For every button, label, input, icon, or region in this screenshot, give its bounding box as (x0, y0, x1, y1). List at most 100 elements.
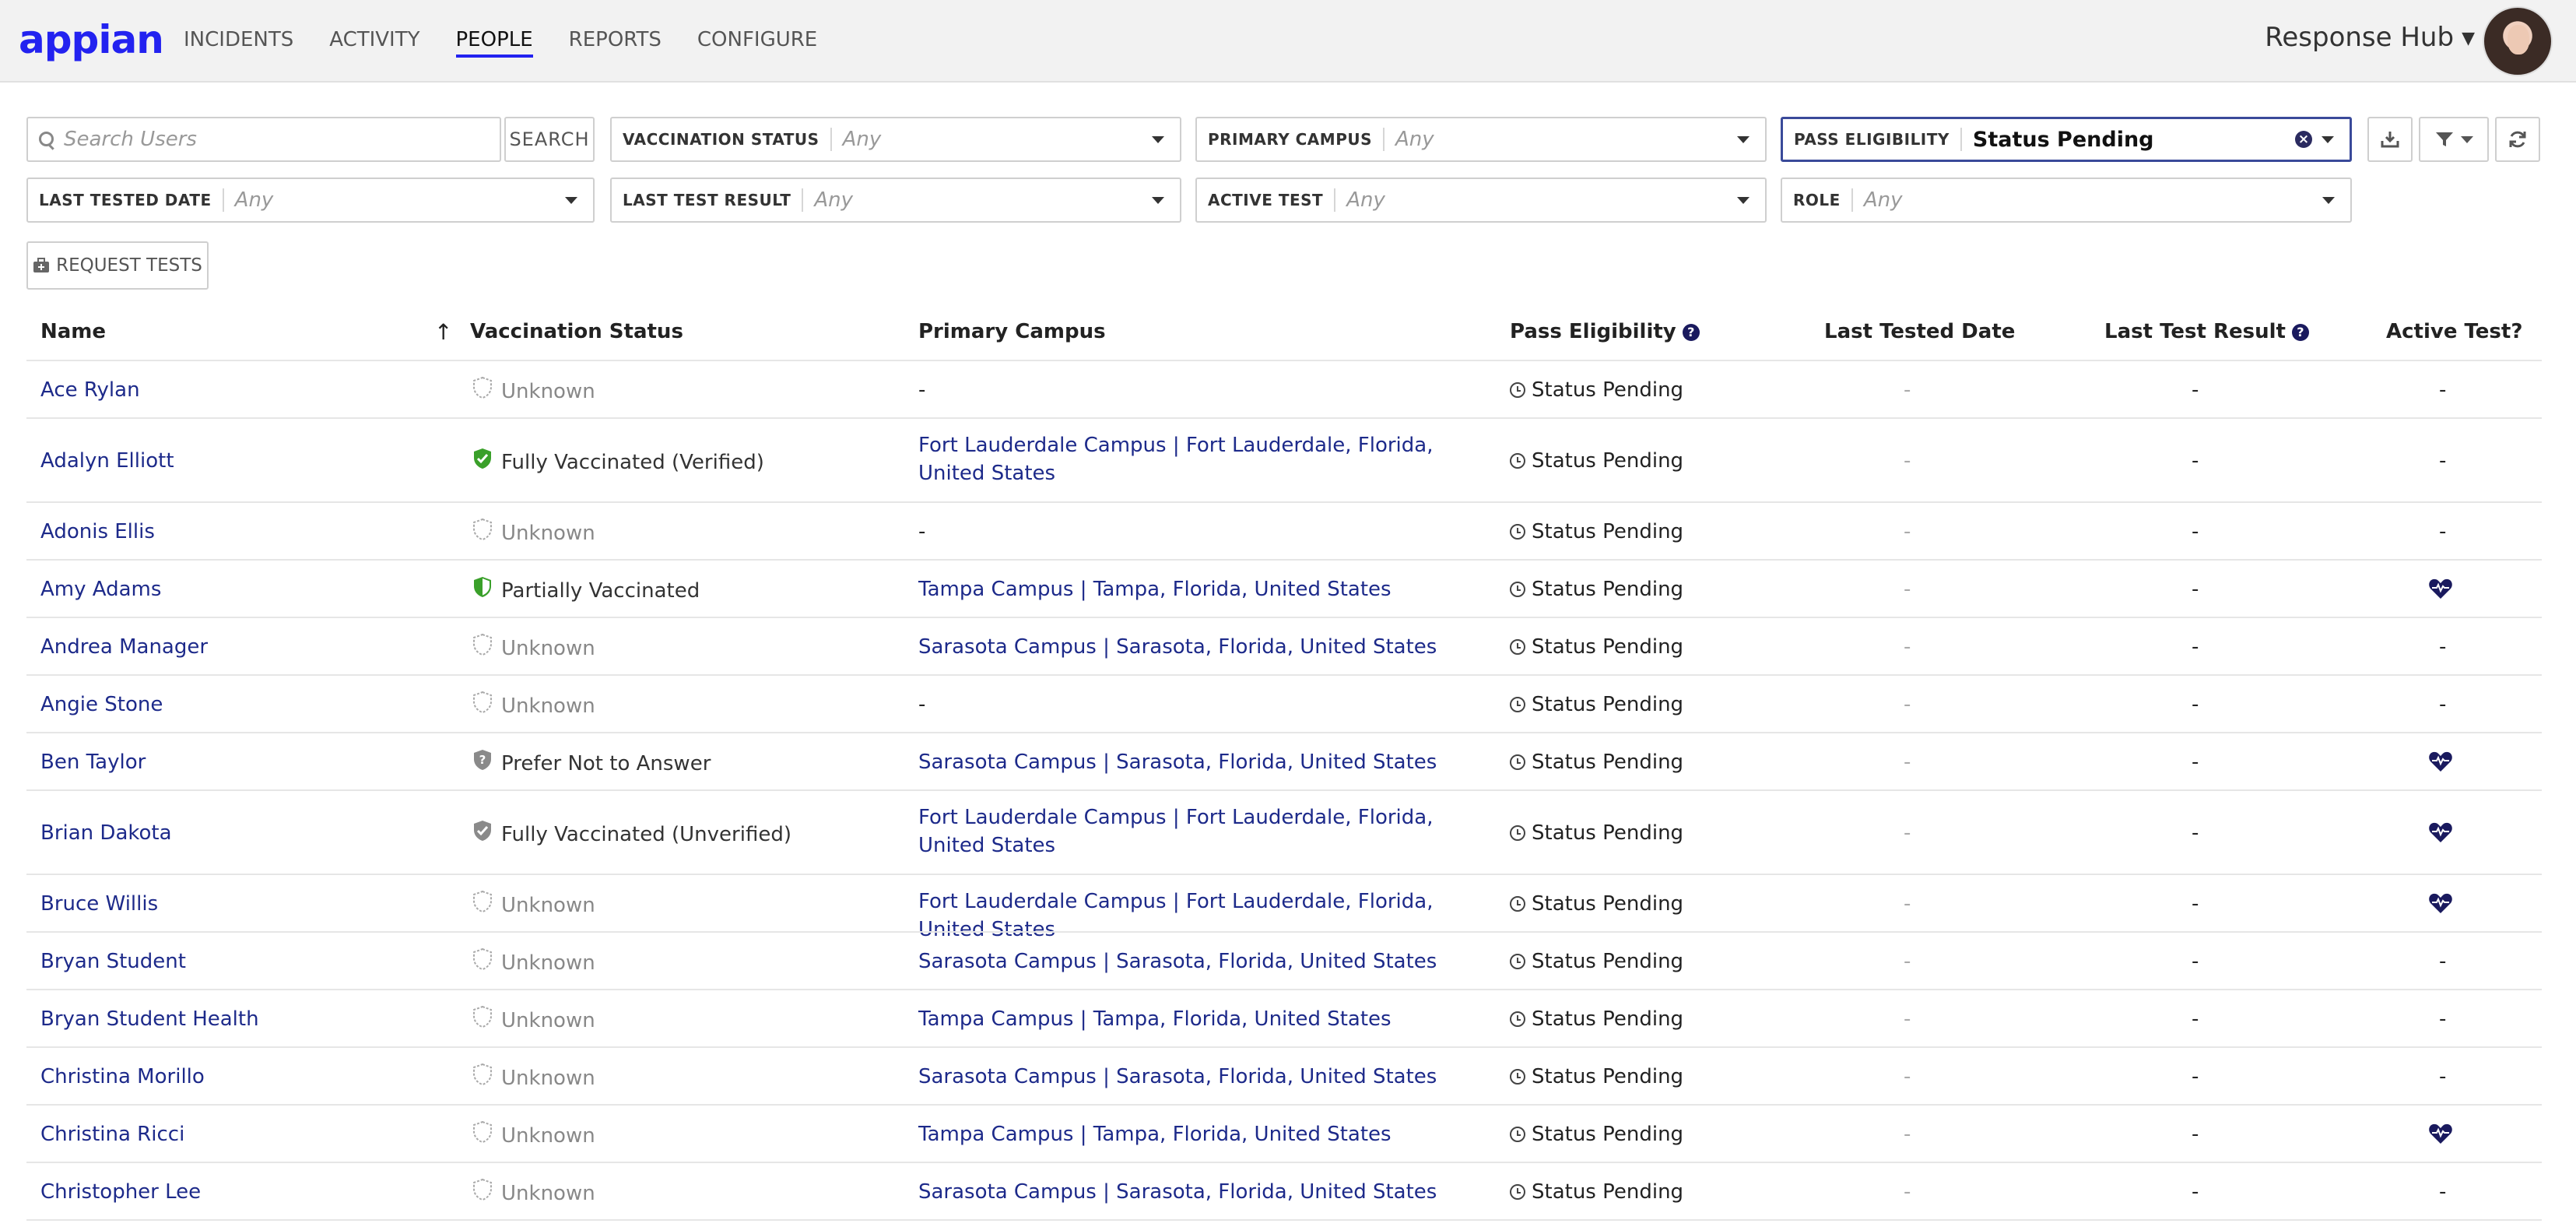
user-name-link[interactable]: Christina Morillo (40, 1063, 205, 1091)
column-header-last-test-result[interactable]: Last Test Result? (2104, 318, 2309, 346)
filter-vaccination-status[interactable]: VACCINATION STATUS Any (610, 117, 1181, 162)
active-test-heartbeat-icon[interactable] (2428, 821, 2453, 852)
vaccination-status: Unknown (472, 1120, 595, 1151)
vaccination-status-text: Partially Vaccinated (501, 579, 700, 603)
filter-last-tested-date[interactable]: LAST TESTED DATE Any (26, 178, 595, 223)
user-avatar[interactable] (2483, 6, 2553, 76)
pass-eligibility: Status Pending (1510, 447, 1683, 475)
caret-down-icon (565, 196, 577, 204)
primary-campus-link[interactable]: Fort Lauderdale Campus | Fort Lauderdale… (918, 803, 1479, 860)
user-name-link[interactable]: Bryan Student Health (40, 1005, 259, 1033)
user-name-link[interactable]: Brian Dakota (40, 819, 172, 847)
filter-label: ACTIVE TEST (1197, 188, 1336, 212)
help-icon[interactable]: ? (2291, 324, 2309, 341)
user-name-link[interactable]: Adonis Ellis (40, 518, 155, 546)
user-name-link[interactable]: Amy Adams (40, 575, 161, 603)
filter-primary-campus[interactable]: PRIMARY CAMPUS Any (1195, 117, 1767, 162)
main-nav: INCIDENTS ACTIVITY PEOPLE REPORTS CONFIG… (184, 0, 853, 81)
pass-eligibility: Status Pending (1510, 819, 1683, 847)
pass-eligibility-text: Status Pending (1532, 635, 1684, 659)
help-icon[interactable]: ? (1682, 324, 1700, 341)
column-header-pass-eligibility[interactable]: Pass Eligibility? (1510, 318, 1700, 346)
search-users-input[interactable]: Search Users (26, 117, 501, 162)
primary-campus-link[interactable]: Sarasota Campus | Sarasota, Florida, Uni… (918, 1063, 1479, 1091)
filter-pass-eligibility[interactable]: PASS ELIGIBILITY Status Pending × (1781, 117, 2352, 162)
nav-tab-configure[interactable]: CONFIGURE (697, 0, 817, 81)
pass-eligibility-text: Status Pending (1532, 378, 1684, 402)
column-header-vaccination-status[interactable]: Vaccination Status (470, 318, 683, 346)
primary-campus-link[interactable]: Sarasota Campus | Sarasota, Florida, Uni… (918, 1178, 1479, 1206)
last-tested-date: - (1904, 449, 1911, 473)
vaccination-shield-icon (472, 447, 501, 478)
primary-campus-link[interactable]: Fort Lauderdale Campus | Fort Lauderdale… (918, 431, 1479, 487)
filter-label: PRIMARY CAMPUS (1197, 128, 1385, 151)
pass-eligibility: Status Pending (1510, 633, 1683, 661)
clear-icon[interactable]: × (2295, 131, 2312, 148)
last-tested-date: - (1904, 1065, 1911, 1088)
user-name-link[interactable]: Bryan Student (40, 947, 186, 976)
vaccination-status-text: Unknown (501, 894, 595, 917)
table-row: Angie Stone Unknown - Status Pending - - - (0, 676, 2576, 733)
filter-last-test-result[interactable]: LAST TEST RESULT Any (610, 178, 1181, 223)
last-tested-date: - (1904, 520, 1911, 543)
nav-tab-incidents[interactable]: INCIDENTS (184, 0, 293, 81)
nav-tab-reports[interactable]: REPORTS (569, 0, 662, 81)
table-row: Brian Dakota Fully Vaccinated (Unverified… (0, 791, 2576, 875)
table-row: Bruce Willis Unknown Fort Lauderdale Campu… (0, 875, 2576, 941)
column-header-active-test[interactable]: Active Test? (2386, 318, 2522, 346)
sort-ascending-icon[interactable]: ↑ (434, 319, 452, 345)
filter-role[interactable]: ROLE Any (1781, 178, 2352, 223)
primary-campus-link[interactable]: Sarasota Campus | Sarasota, Florida, Uni… (918, 748, 1479, 776)
table-row: Amy Adams Partially Vaccinated Tampa Campu… (0, 561, 2576, 618)
last-tested-date: - (1904, 578, 1911, 601)
clock-icon (1510, 582, 1525, 597)
caret-down-icon (2322, 196, 2335, 204)
column-header-label: Active Test? (2386, 320, 2523, 343)
pass-eligibility-text: Status Pending (1532, 821, 1684, 845)
primary-campus-link[interactable]: Sarasota Campus | Sarasota, Florida, Uni… (918, 947, 1479, 976)
pass-eligibility: Status Pending (1510, 1178, 1683, 1206)
active-test-heartbeat-icon[interactable] (2428, 577, 2453, 608)
user-name-link[interactable]: Andrea Manager (40, 633, 208, 661)
column-header-name[interactable]: Name (40, 318, 106, 346)
site-switcher[interactable]: Response Hub ▼ (2265, 22, 2475, 53)
request-tests-button[interactable]: REQUEST TESTS (26, 241, 209, 290)
user-name-link[interactable]: Ace Rylan (40, 376, 140, 404)
user-name-link[interactable]: Ben Taylor (40, 748, 146, 776)
refresh-button[interactable] (2495, 117, 2540, 162)
active-test-heartbeat-icon[interactable] (2428, 750, 2453, 781)
clock-icon (1510, 382, 1525, 398)
last-test-result: - (2192, 1123, 2199, 1146)
user-name-link[interactable]: Adalyn Elliott (40, 447, 174, 475)
nav-tab-activity[interactable]: ACTIVITY (329, 0, 419, 81)
active-test-heartbeat-icon[interactable] (2428, 1122, 2453, 1153)
filter-active-test[interactable]: ACTIVE TEST Any (1195, 178, 1767, 223)
vaccination-status: Unknown (472, 890, 595, 921)
search-placeholder: Search Users (64, 128, 197, 151)
column-header-primary-campus[interactable]: Primary Campus (918, 318, 1106, 346)
export-button[interactable] (2367, 117, 2413, 162)
user-name-link[interactable]: Christopher Lee (40, 1178, 201, 1206)
column-header-label: Last Test Result (2104, 320, 2286, 343)
pass-eligibility: Status Pending (1510, 1120, 1683, 1148)
primary-campus-link: - (918, 693, 926, 716)
active-test-heartbeat-icon[interactable] (2428, 891, 2453, 923)
last-tested-date: - (1904, 1123, 1911, 1146)
saved-filters-button[interactable] (2419, 117, 2489, 162)
appian-logo[interactable]: appian (19, 17, 164, 62)
user-name-link[interactable]: Angie Stone (40, 691, 163, 719)
search-button[interactable]: SEARCH (504, 117, 595, 162)
user-name-link[interactable]: Christina Ricci (40, 1120, 184, 1148)
primary-campus-link[interactable]: Tampa Campus | Tampa, Florida, United St… (918, 575, 1479, 603)
primary-campus-link[interactable]: Tampa Campus | Tampa, Florida, United St… (918, 1005, 1479, 1033)
vaccination-shield-icon (472, 1005, 501, 1036)
column-header-last-tested-date[interactable]: Last Tested Date (1824, 318, 2015, 346)
last-tested-date: - (1904, 1180, 1911, 1204)
last-tested-date: - (1904, 892, 1911, 916)
clock-icon (1510, 754, 1525, 770)
primary-campus-link[interactable]: Sarasota Campus | Sarasota, Florida, Uni… (918, 633, 1479, 661)
primary-campus-link[interactable]: Tampa Campus | Tampa, Florida, United St… (918, 1120, 1479, 1148)
user-name-link[interactable]: Bruce Willis (40, 890, 158, 918)
pass-eligibility-text: Status Pending (1532, 1123, 1684, 1146)
nav-tab-people[interactable]: PEOPLE (455, 0, 533, 81)
